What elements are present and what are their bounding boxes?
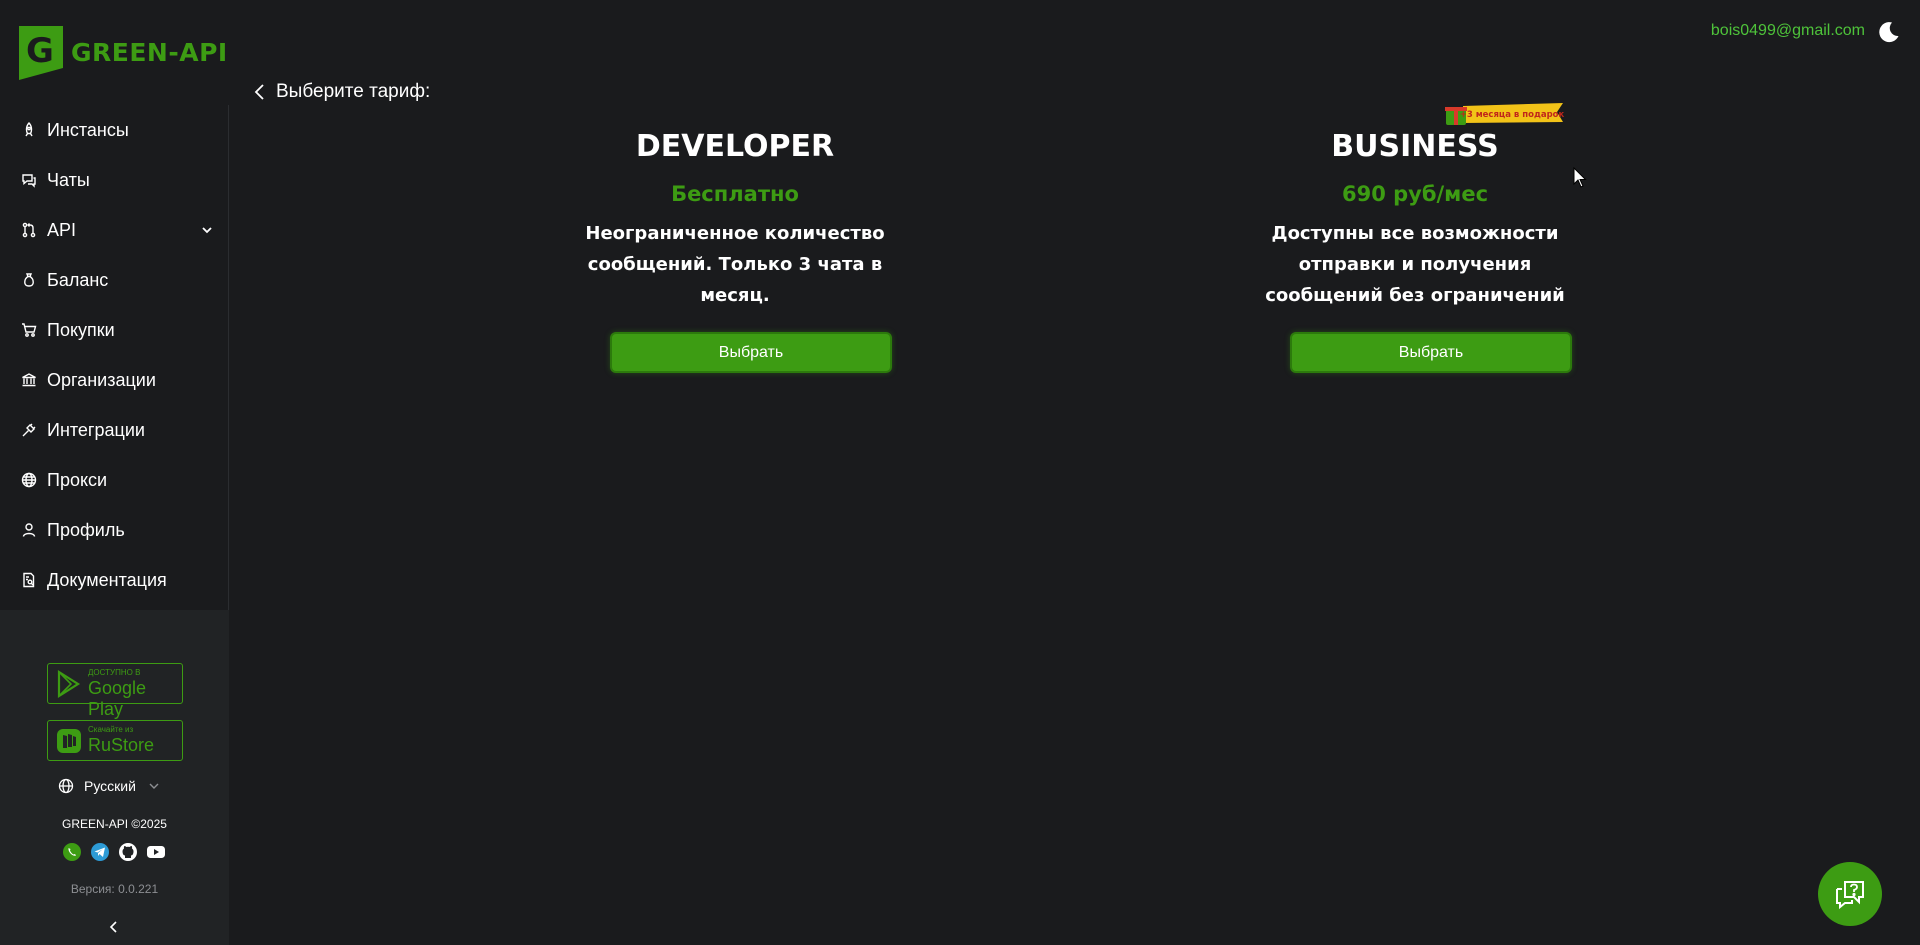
sidebar-item-api[interactable]: API bbox=[0, 205, 229, 255]
sidebar-item-label: Интеграции bbox=[47, 419, 145, 440]
page-title: Выберите тариф: bbox=[276, 81, 431, 102]
promo-ribbon-text: +3 месяца в подарок bbox=[1460, 110, 1565, 120]
sidebar-item-label: Покупки bbox=[47, 319, 115, 340]
user-email[interactable]: bois0499@gmail.com bbox=[1711, 22, 1865, 40]
chat-icon bbox=[20, 171, 38, 189]
sidebar-item-documentation[interactable]: Документация bbox=[0, 555, 229, 605]
plan-price: Бесплатно bbox=[671, 182, 799, 206]
help-chat-button[interactable] bbox=[1818, 862, 1882, 926]
sidebar-item-label: Организации bbox=[47, 369, 156, 390]
sidebar-item-integrations[interactable]: Интеграции bbox=[0, 405, 229, 455]
chevron-down-icon[interactable] bbox=[200, 223, 214, 237]
document-search-icon bbox=[20, 571, 38, 589]
google-play-icon bbox=[57, 669, 81, 698]
globe-icon bbox=[58, 778, 74, 794]
github-icon[interactable] bbox=[118, 842, 138, 862]
chevron-left-icon bbox=[254, 84, 264, 100]
plan-name: BUSINESS bbox=[1331, 129, 1499, 164]
plan-description: Доступны все возможности отправки и полу… bbox=[1265, 223, 1565, 306]
logo[interactable]: G GREEN-API bbox=[15, 22, 228, 82]
copyright: GREEN-API ©2025 bbox=[62, 817, 167, 831]
sidebar-item-instances[interactable]: Инстансы bbox=[0, 105, 229, 155]
sidebar-item-label: Чаты bbox=[47, 169, 90, 190]
social-links bbox=[62, 842, 166, 862]
sidebar-item-label: Баланс bbox=[47, 269, 109, 290]
chat-question-icon bbox=[1836, 881, 1864, 910]
language-selector[interactable]: Русский bbox=[58, 778, 160, 794]
select-business-button[interactable]: Выбрать bbox=[1290, 332, 1572, 373]
google-play-button[interactable]: ДОСТУПНО В Google Play bbox=[47, 663, 183, 719]
plan-card-business: BUSINESS 690 руб/мес Доступны все возмож… bbox=[1255, 125, 1575, 373]
store-name: Google Play bbox=[88, 678, 147, 719]
moon-icon[interactable] bbox=[1877, 20, 1901, 44]
svg-text:G: G bbox=[26, 31, 54, 71]
sidebar-item-label: Профиль bbox=[47, 519, 125, 540]
sidebar-item-proxy[interactable]: Прокси bbox=[0, 455, 229, 505]
logo-area: G GREEN-API bbox=[0, 0, 229, 105]
sidebar-item-purchases[interactable]: Покупки bbox=[0, 305, 229, 355]
rustore-icon bbox=[57, 728, 81, 753]
bank-icon bbox=[20, 371, 38, 389]
plug-icon bbox=[20, 421, 38, 439]
youtube-icon[interactable] bbox=[146, 842, 166, 862]
sidebar-item-label: API bbox=[47, 219, 77, 240]
user-icon bbox=[20, 521, 38, 539]
sidebar-divider bbox=[228, 105, 229, 610]
whatsapp-icon[interactable] bbox=[62, 842, 82, 862]
store-caption: ДОСТУПНО В bbox=[88, 668, 141, 677]
language-label: Русский bbox=[84, 778, 136, 794]
plan-name: DEVELOPER bbox=[635, 129, 835, 164]
store-name: RuStore bbox=[88, 735, 155, 755]
plan-card-developer: DEVELOPER Бесплатно Неограниченное колич… bbox=[575, 125, 895, 373]
select-developer-button[interactable]: Выбрать bbox=[610, 332, 892, 373]
chevron-down-icon bbox=[149, 783, 159, 789]
version-label: Версия: 0.0.221 bbox=[70, 882, 159, 896]
rocket-icon bbox=[20, 121, 38, 139]
store-caption: Скачайте из bbox=[88, 725, 134, 734]
sidebar-item-balance[interactable]: Баланс bbox=[0, 255, 229, 305]
brand-name: GREEN-API bbox=[71, 37, 228, 67]
sidebar-item-profile[interactable]: Профиль bbox=[0, 505, 229, 555]
sidebar-nav: Инстансы Чаты API Баланс Покупки Организ… bbox=[0, 105, 229, 610]
rustore-button[interactable]: Скачайте из RuStore bbox=[47, 720, 183, 761]
telegram-icon[interactable] bbox=[90, 842, 110, 862]
sidebar: G GREEN-API Инстансы Чаты API Баланс Пок… bbox=[0, 0, 229, 945]
globe-icon bbox=[20, 471, 38, 489]
mouse-cursor-icon bbox=[1573, 167, 1587, 188]
cart-icon bbox=[20, 321, 38, 339]
sidebar-item-chats[interactable]: Чаты bbox=[0, 155, 229, 205]
back-link[interactable]: Выберите тариф: bbox=[254, 81, 430, 103]
promo-ribbon: +3 месяца в подарок bbox=[1445, 103, 1565, 125]
plan-description: Неограниченное количество сообщений. Тол… bbox=[585, 223, 885, 306]
collapse-sidebar-icon[interactable] bbox=[106, 918, 120, 936]
plan-price: 690 руб/мес bbox=[1341, 182, 1489, 206]
git-branch-icon bbox=[20, 221, 38, 239]
green-api-logo-icon: G bbox=[19, 26, 63, 80]
sidebar-item-label: Прокси bbox=[47, 469, 108, 490]
money-bag-icon bbox=[20, 271, 38, 289]
sidebar-item-organizations[interactable]: Организации bbox=[0, 355, 229, 405]
sidebar-item-label: Документация bbox=[47, 569, 167, 590]
sidebar-item-label: Инстансы bbox=[47, 119, 129, 140]
